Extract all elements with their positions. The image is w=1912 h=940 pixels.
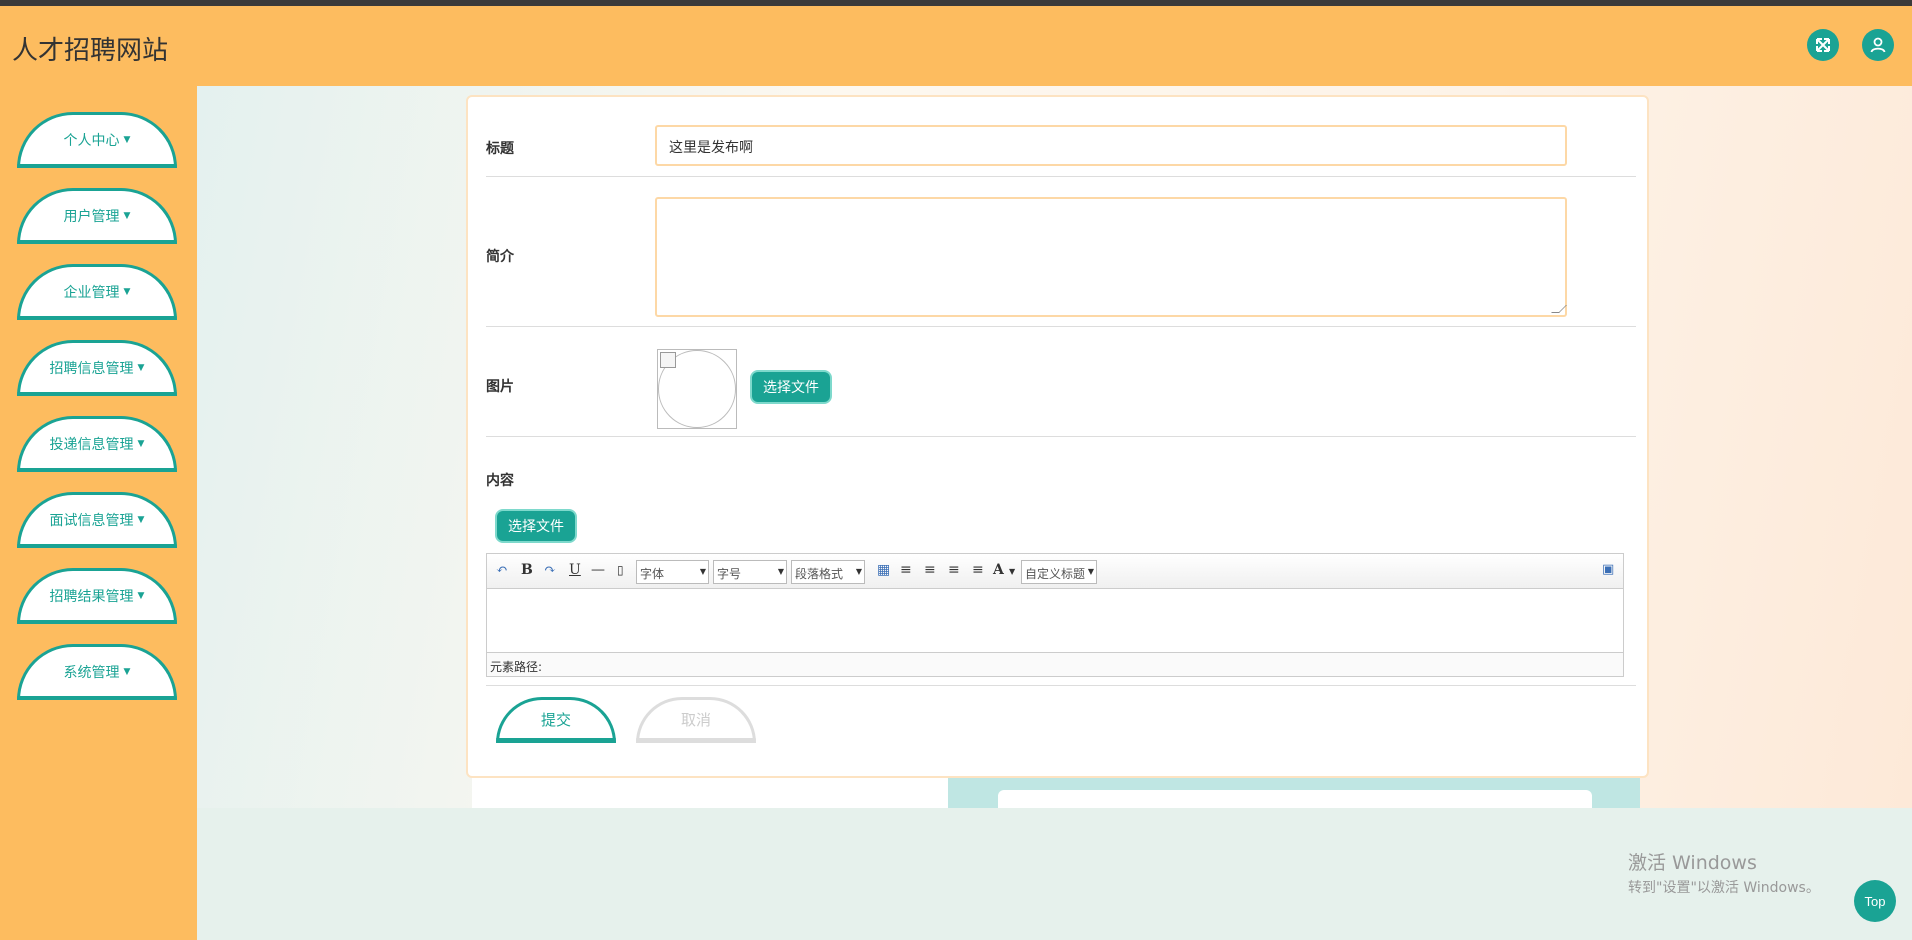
sidebar-item-label: 个人中心 bbox=[63, 132, 120, 149]
sidebar: 个人中心 ▼ 用户管理 ▼ 企业管理 ▼ 招聘信息管理 ▼ 投递信息管理 ▼ 面试信息管理… bbox=[0, 86, 197, 940]
redo-icon[interactable]: ↷ bbox=[544, 562, 556, 578]
caret-down-icon: ▼ bbox=[137, 438, 145, 449]
caret-down-icon: ▼ bbox=[123, 210, 131, 221]
intro-textarea[interactable] bbox=[655, 197, 1567, 317]
caret-down-icon: ▼ bbox=[855, 567, 862, 576]
page-icon[interactable]: ▯ bbox=[617, 563, 624, 577]
content-choose-file-button[interactable]: 选择文件 bbox=[495, 509, 577, 543]
custom-title-select[interactable]: 自定义标题 ▼ bbox=[1021, 560, 1097, 584]
caret-down-icon: ▼ bbox=[699, 567, 706, 576]
content-label: 内容 bbox=[486, 473, 514, 489]
sidebar-item-label: 系统管理 bbox=[63, 664, 120, 681]
sidebar-item-personal-center[interactable]: 个人中心 ▼ bbox=[17, 112, 177, 168]
sidebar-item-recruitment-result[interactable]: 招聘结果管理 ▼ bbox=[17, 568, 177, 624]
sidebar-item-user-management[interactable]: 用户管理 ▼ bbox=[17, 188, 177, 244]
element-path-bar: 元素路径: bbox=[487, 652, 1623, 676]
sidebar-item-company-management[interactable]: 企业管理 ▼ bbox=[17, 264, 177, 320]
user-button[interactable] bbox=[1862, 29, 1894, 61]
caret-down-icon: ▼ bbox=[1009, 567, 1016, 576]
caret-down-icon: ▼ bbox=[137, 514, 145, 525]
table-icon[interactable]: ▦ bbox=[877, 562, 890, 578]
editor-content-area[interactable] bbox=[487, 589, 1623, 652]
fullscreen-button[interactable] bbox=[1807, 29, 1839, 61]
font-color-button[interactable]: A bbox=[993, 562, 1004, 578]
sidebar-item-label: 招聘结果管理 bbox=[49, 588, 134, 605]
intro-label: 简介 bbox=[486, 249, 514, 265]
back-to-top-button[interactable]: Top bbox=[1854, 880, 1896, 922]
undo-icon[interactable]: ↶ bbox=[496, 562, 508, 578]
image-preview bbox=[657, 349, 737, 429]
font-size-select[interactable]: 字号 ▼ bbox=[713, 560, 787, 584]
font-size-value: 字号 bbox=[717, 567, 742, 581]
user-icon bbox=[1870, 37, 1886, 53]
caret-down-icon: ▼ bbox=[1087, 567, 1094, 576]
sidebar-item-recruitment-info[interactable]: 招聘信息管理 ▼ bbox=[17, 340, 177, 396]
custom-title-value: 自定义标题 bbox=[1025, 567, 1086, 581]
align-right-icon[interactable]: ≡ bbox=[924, 562, 936, 578]
windows-activation-watermark: 激活 Windows 转到"设置"以激活 Windows。 bbox=[1628, 848, 1820, 897]
align-left-icon[interactable]: ≡ bbox=[900, 562, 912, 578]
caret-down-icon: ▼ bbox=[123, 666, 131, 677]
expand-icon bbox=[1816, 38, 1830, 52]
sidebar-item-system-management[interactable]: 系统管理 ▼ bbox=[17, 644, 177, 700]
paragraph-format-select[interactable]: 段落格式 ▼ bbox=[791, 560, 865, 584]
sidebar-item-label: 面试信息管理 bbox=[49, 512, 134, 529]
editor-toolbar: ↶ B ↷ U — ▯ 字体 ▼ 字号 ▼ 段落格式 ▼ ▦ ≡ ≡ ≡ ≡ A ▼ … bbox=[487, 554, 1623, 589]
horizontal-rule-button[interactable]: — bbox=[591, 562, 605, 578]
sidebar-item-label: 用户管理 bbox=[63, 208, 120, 225]
image-choose-file-button[interactable]: 选择文件 bbox=[750, 370, 832, 404]
bold-button[interactable]: B bbox=[521, 562, 533, 578]
broken-image-icon bbox=[660, 352, 676, 368]
sidebar-item-label: 招聘信息管理 bbox=[49, 360, 134, 377]
align-center-icon[interactable]: ≡ bbox=[948, 562, 960, 578]
windows-activation-title: 激活 Windows bbox=[1628, 852, 1757, 874]
windows-activation-hint: 转到"设置"以激活 Windows。 bbox=[1628, 880, 1820, 896]
background-decoration-card bbox=[998, 790, 1592, 808]
font-family-value: 字体 bbox=[640, 567, 665, 581]
caret-down-icon: ▼ bbox=[123, 286, 131, 297]
caret-down-icon: ▼ bbox=[137, 362, 145, 373]
paragraph-format-value: 段落格式 bbox=[795, 567, 844, 581]
caret-down-icon: ▼ bbox=[777, 567, 784, 576]
site-title: 人才招聘网站 bbox=[12, 36, 169, 66]
fullscreen-editor-icon[interactable]: ▣ bbox=[1602, 562, 1614, 577]
title-label: 标题 bbox=[486, 141, 514, 157]
rich-text-editor: ↶ B ↷ U — ▯ 字体 ▼ 字号 ▼ 段落格式 ▼ ▦ ≡ ≡ ≡ ≡ A ▼ … bbox=[486, 553, 1624, 677]
caret-down-icon: ▼ bbox=[137, 590, 145, 601]
header: 人才招聘网站 bbox=[0, 6, 1912, 86]
title-input[interactable]: 这里是发布啊 bbox=[655, 125, 1567, 166]
element-path-label: 元素路径: bbox=[490, 660, 543, 674]
caret-down-icon: ▼ bbox=[123, 134, 131, 145]
underline-button[interactable]: U bbox=[569, 562, 581, 578]
sidebar-item-label: 投递信息管理 bbox=[49, 436, 134, 453]
sidebar-item-label: 企业管理 bbox=[63, 284, 120, 301]
sidebar-item-application-info[interactable]: 投递信息管理 ▼ bbox=[17, 416, 177, 472]
align-justify-icon[interactable]: ≡ bbox=[972, 562, 984, 578]
resize-handle-icon[interactable] bbox=[1551, 305, 1567, 313]
sidebar-item-interview-info[interactable]: 面试信息管理 ▼ bbox=[17, 492, 177, 548]
image-label: 图片 bbox=[486, 379, 514, 395]
font-family-select[interactable]: 字体 ▼ bbox=[636, 560, 709, 584]
